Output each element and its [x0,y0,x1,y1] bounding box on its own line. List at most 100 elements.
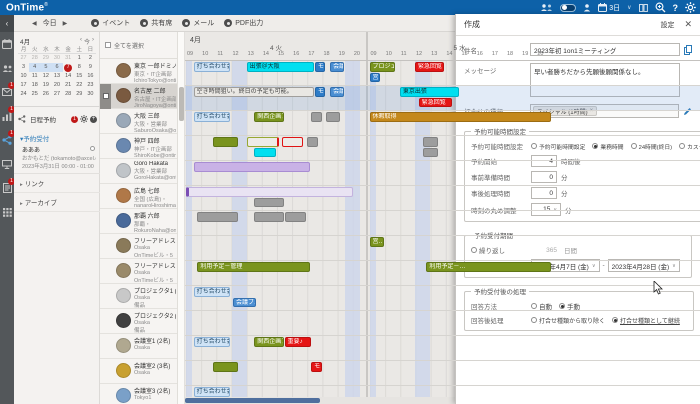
minical-day[interactable]: 7 [63,63,74,72]
radio-option[interactable]: 予約可能時間設定 [531,142,585,151]
repeat-radio[interactable] [471,247,477,253]
minical-day[interactable]: 27 [51,90,62,99]
booking-section-toggle[interactable]: ▾予約受付 [14,130,100,145]
copy-icon[interactable] [684,45,692,55]
rail-item-apps-icon[interactable] [0,200,14,224]
toolbar-button-1[interactable]: 共有席 [140,18,172,28]
radio-icon[interactable] [679,143,685,149]
list-item[interactable]: 神戸 四郎神戸・IT企画部ShiroKobe@ontimede... [100,134,177,159]
list-item[interactable]: 会議室1 (2名)Osaka [100,334,177,359]
calendar-event[interactable] [247,137,279,147]
gear-icon[interactable] [685,2,696,13]
radio-icon[interactable] [531,303,537,309]
calendar-event[interactable] [285,212,307,222]
radio-selected-icon[interactable] [592,143,598,149]
minical-day[interactable]: 28 [63,90,74,99]
minical-day[interactable]: 26 [40,90,51,99]
toolbar-button-2[interactable]: メール [182,18,214,28]
horizontal-scrollbar-thumb[interactable] [185,398,320,403]
calendar-event[interactable] [254,212,283,222]
vertical-scrollbar-thumb[interactable] [179,87,184,121]
list-item[interactable]: 会議室3 (2名)Tokyo1 [100,384,177,404]
minical-day[interactable]: 2 [85,54,96,63]
radio-icon[interactable] [531,143,537,149]
archive-section-toggle[interactable]: ▸アーカイブ [14,193,100,212]
radio-option[interactable]: 24時間(終日) [631,142,673,151]
scheduling-gear-icon[interactable] [80,110,88,128]
calendar-event[interactable] [423,148,439,158]
radio-option[interactable]: カスタム [679,142,700,151]
toolbar-button-0[interactable]: イベント [91,18,130,28]
minical-day[interactable]: 29 [74,90,85,99]
post-input[interactable] [531,187,557,199]
calendar-event[interactable]: プロジェ… [370,62,396,72]
close-icon[interactable]: ✕ [684,19,692,30]
calendar-event[interactable] [213,137,239,147]
minical-day[interactable]: 29 [40,54,51,63]
calendar-event[interactable] [197,212,238,222]
prep-input[interactable] [531,171,557,183]
list-item[interactable]: プロジェクタ1 (備品)Osaka備品 [100,284,177,309]
chevron-down-icon[interactable]: ∨ [627,4,631,11]
calendar-event[interactable] [311,112,321,122]
calendar-event[interactable] [194,162,311,172]
list-item[interactable]: 那覇 六郎那覇・RokuroNaha@ontimed... [100,209,177,234]
minical-day[interactable]: 10 [18,72,29,81]
radio-option[interactable]: 打合せ種類から取り除く [531,316,605,325]
view-toggle[interactable] [560,4,576,12]
calendar-view-icon[interactable]: 3日 [598,3,620,13]
minical-day[interactable]: 31 [63,54,74,63]
panel-settings-link[interactable]: 設定 [660,20,674,30]
add-schedule-icon[interactable]: + [90,116,97,123]
calendar-event[interactable]: モ… [315,62,325,72]
calendar-event[interactable]: 利用予定－管理 [197,262,310,272]
minical-day[interactable]: 6 [51,63,62,72]
radio-option[interactable]: 業務時間 [592,142,623,151]
subject-input[interactable] [530,43,680,56]
person-icon[interactable] [583,3,591,12]
calendar-event[interactable]: 休暇取得 [370,112,551,122]
calendar-event[interactable]: 関西企画ブ… [254,112,283,122]
minical-day[interactable]: 8 [74,63,85,72]
minical-day[interactable]: 5 [40,63,51,72]
select-all-row[interactable]: 全てを選択 [100,32,177,59]
radio-option[interactable]: 打合せ種類として継続 [612,316,680,325]
list-item[interactable]: 名古屋 二郎名古屋・IT企画部JiroNagoya@ontimede... [100,84,177,109]
list-item[interactable]: 大阪 三郎大阪・営業部SaburoOsaka@ontima... [100,109,177,134]
calendar-event[interactable]: 打ち合わせ会議 [194,62,231,72]
calendar-event[interactable]: 会議ブ… [233,298,256,308]
calendar-event[interactable]: 会議… [330,87,344,97]
calendar-event[interactable]: 緊急回覧 [415,62,444,72]
calendar-event[interactable]: 重要♪ [285,337,311,347]
vertical-scrollbar[interactable] [178,32,185,404]
calendar-event[interactable]: 出張＠大阪 [247,62,314,72]
calendar-event[interactable]: モ… [311,362,321,372]
minical-day[interactable]: 16 [85,72,96,81]
minical-day[interactable]: 20 [51,81,62,90]
rail-item-mail-icon[interactable]: 1 [0,80,14,104]
calendar-event[interactable]: 東京出張 [400,87,460,97]
radio-icon[interactable] [531,317,537,323]
minical-day[interactable]: 27 [18,54,29,63]
calendar-event[interactable]: 打ち合わせ会議 [194,337,231,347]
calendar-event[interactable]: 打ち合わせ会議 [194,112,231,122]
rail-item-tasks-icon[interactable]: 1 [0,176,14,200]
calendar-event[interactable]: 打ち合わせ会議 [194,287,231,297]
minical-day[interactable]: 24 [18,90,29,99]
minical-day[interactable]: 1 [74,54,85,63]
start-input[interactable] [531,155,557,167]
day-body[interactable]: 打ち合わせ会議出張＠大阪モ…会議…空き時間狙い。終日の予定も可能。モ…会議…打ち… [186,60,366,404]
calendar-event[interactable]: 利用予定－… [426,262,550,272]
calendar-event[interactable] [423,137,439,147]
calendar-event[interactable]: 緊急回覧 [419,98,452,108]
minical-day[interactable]: 30 [51,54,62,63]
calendar-event[interactable]: 関西企画ブ… [254,337,283,347]
minical-day[interactable]: 4 [29,63,40,72]
toolbar-button-3[interactable]: PDF出力 [224,18,263,28]
help-icon[interactable]: ? [673,3,679,13]
row-checkbox[interactable] [103,93,109,99]
list-item[interactable]: プロジェクタ2 (備品)Osaka備品 [100,309,177,334]
rail-item-desk-icon[interactable] [0,152,14,176]
booking-item-radio[interactable] [90,146,95,151]
rail-item-people-icon[interactable] [0,56,14,80]
